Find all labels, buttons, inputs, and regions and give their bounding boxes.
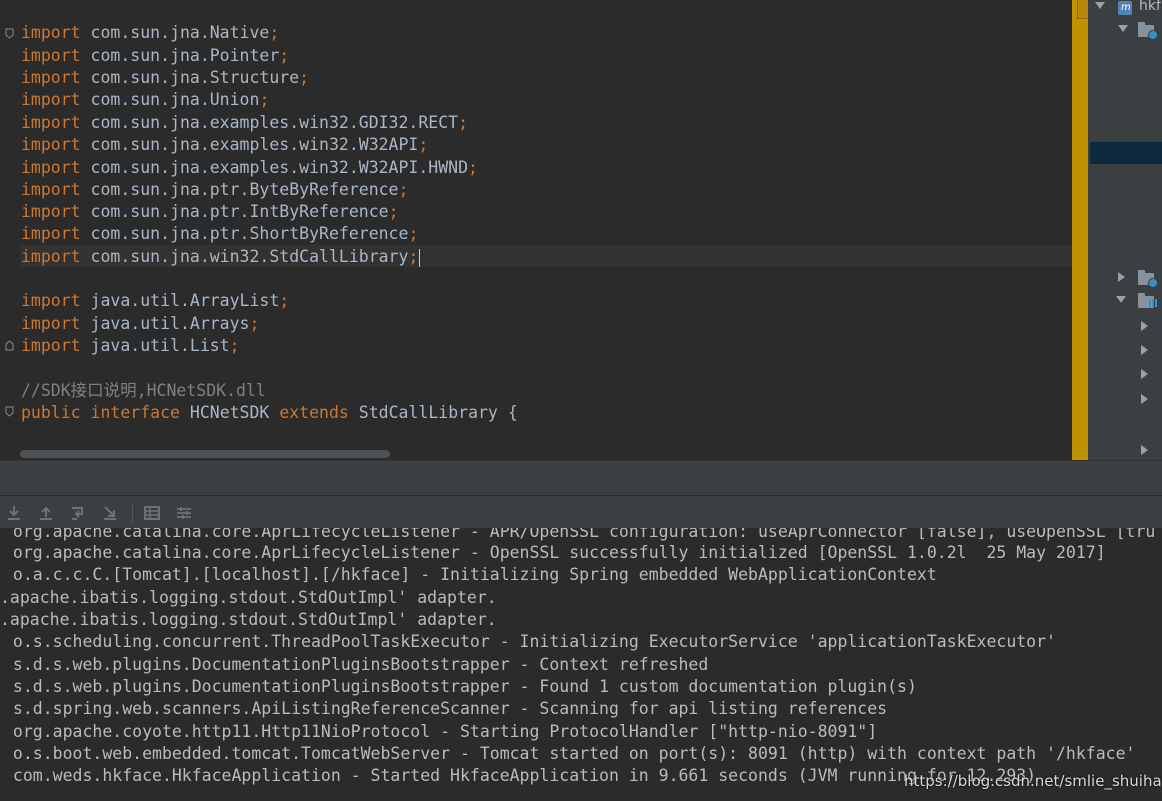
- log-line: .apache.ibatis.logging.stdout.StdOutImpl…: [0, 610, 497, 629]
- code-line-import: import com.sun.jna.win32.StdCallLibrary;: [21, 247, 421, 267]
- log-line: org.apache.catalina.core.AprLifecycleLis…: [3, 528, 1156, 541]
- collapse-arrow-icon[interactable]: [1141, 321, 1148, 331]
- log-line: com.weds.hkface.HkfaceApplication - Star…: [3, 766, 1037, 785]
- fold-end-marker-icon[interactable]: [5, 340, 14, 351]
- log-line: o.a.c.c.C.[Tomcat].[localhost].[/hkface]…: [3, 565, 937, 584]
- code-line-import: import com.sun.jna.examples.win32.W32API…: [21, 158, 478, 177]
- bar-chart-icon: [1149, 299, 1157, 307]
- log-line: s.d.s.web.plugins.DocumentationPluginsBo…: [3, 677, 917, 696]
- watermark: https://blog.csdn.net/smlie_shuihan: [904, 772, 1162, 790]
- log-line: org.apache.coyote.http11.Http11NioProtoc…: [3, 722, 878, 741]
- code-line-import: import com.sun.jna.ptr.ByteByReference;: [21, 180, 409, 199]
- code-line-import: import java.util.List;: [21, 336, 240, 355]
- collapse-arrow-icon[interactable]: [1141, 369, 1148, 379]
- interface-declaration: public interface HCNetSDK extends StdCal…: [21, 403, 518, 422]
- print-icon[interactable]: [143, 504, 161, 522]
- log-line: o.s.scheduling.concurrent.ThreadPoolTask…: [3, 632, 1056, 651]
- text-caret: [419, 248, 421, 267]
- toolbar-separator: [132, 503, 133, 523]
- soft-wrap-icon[interactable]: [69, 504, 87, 522]
- code-line-import: import com.sun.jna.examples.win32.GDI32.…: [21, 113, 469, 132]
- code-line-import: import com.sun.jna.Structure;: [21, 68, 310, 87]
- code-line-import: import com.sun.jna.Pointer;: [21, 46, 290, 65]
- gear-icon: [1148, 278, 1158, 288]
- code-line-import: import java.util.Arrays;: [21, 314, 260, 333]
- code-comment: //SDK接口说明,HCNetSDK.dll: [21, 381, 266, 400]
- tool-window-header: [0, 460, 1162, 496]
- selected-tree-row[interactable]: [1090, 142, 1162, 164]
- upload-icon[interactable]: [37, 504, 55, 522]
- log-line: .apache.ibatis.logging.stdout.StdOutImpl…: [0, 588, 497, 607]
- console-toolbar: [0, 495, 1162, 529]
- log-line: o.s.boot.web.embedded.tomcat.TomcatWebSe…: [3, 744, 1136, 763]
- expand-arrow-icon[interactable]: [1118, 25, 1128, 32]
- collapse-arrow-icon[interactable]: [1141, 345, 1148, 355]
- fold-marker-icon[interactable]: [5, 406, 14, 417]
- download-icon[interactable]: [5, 504, 23, 522]
- tree-node[interactable]: [0, 22, 1162, 40]
- expand-arrow-icon[interactable]: [1116, 296, 1126, 303]
- expand-arrow-icon[interactable]: [1095, 2, 1105, 9]
- tree-node[interactable]: [0, 270, 1162, 288]
- project-tool-window[interactable]: [1090, 0, 1162, 460]
- tree-node[interactable]: [0, 293, 1162, 309]
- tree-node-label: hkf: [1139, 0, 1161, 14]
- module-icon: m: [1118, 1, 1132, 15]
- log-line: s.d.spring.web.scanners.ApiListingRefere…: [3, 699, 888, 718]
- tree-node-root[interactable]: m hkf: [0, 0, 1162, 16]
- console-output[interactable]: org.apache.catalina.core.AprLifecycleLis…: [0, 528, 1162, 801]
- settings-icon[interactable]: [175, 504, 193, 522]
- horizontal-scrollbar[interactable]: [20, 450, 390, 458]
- code-line-import: import com.sun.jna.ptr.IntByReference;: [21, 202, 399, 221]
- error-stripe[interactable]: [1072, 0, 1088, 460]
- log-line: s.d.s.web.plugins.DocumentationPluginsBo…: [3, 655, 709, 674]
- collapse-arrow-icon[interactable]: [1141, 445, 1148, 455]
- code-editor[interactable]: import com.sun.jna.Native; import com.su…: [0, 0, 1072, 460]
- log-line: org.apache.catalina.core.AprLifecycleLis…: [3, 543, 1106, 562]
- code-line-import: import com.sun.jna.examples.win32.W32API…: [21, 135, 429, 154]
- code-line-import: import com.sun.jna.Union;: [21, 90, 270, 109]
- collapse-arrow-icon[interactable]: [1118, 272, 1125, 282]
- scroll-to-end-icon[interactable]: [101, 504, 119, 522]
- code-line-import: import com.sun.jna.ptr.ShortByReference;: [21, 224, 419, 243]
- gear-icon: [1148, 30, 1158, 40]
- collapse-arrow-icon[interactable]: [1141, 394, 1148, 404]
